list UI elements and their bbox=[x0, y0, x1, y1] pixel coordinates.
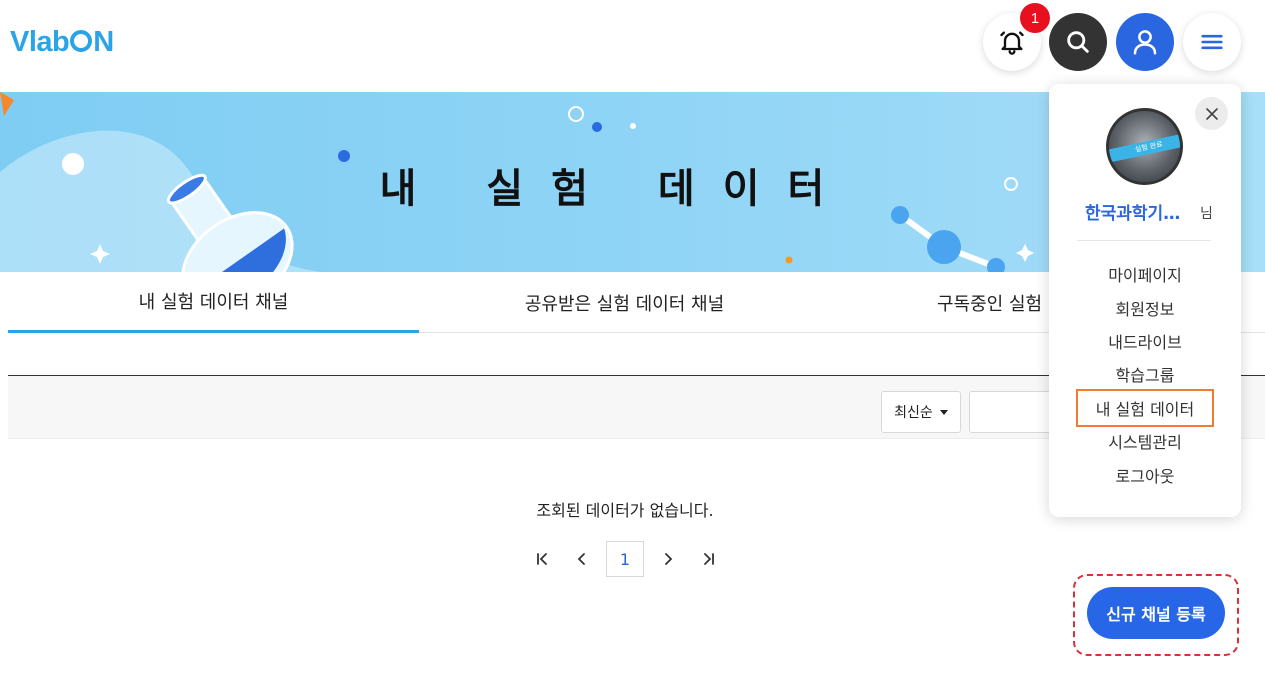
logo-o-mark bbox=[70, 30, 93, 52]
avatar-stamp-text: 실험 완료 bbox=[1109, 131, 1180, 164]
menu-item-study-group[interactable]: 학습그룹 bbox=[1049, 359, 1241, 389]
user-name-suffix: 님 bbox=[1200, 206, 1213, 222]
tab-my-data-channel[interactable]: 내 실험 데이터 채널 bbox=[8, 272, 419, 333]
last-page-button[interactable] bbox=[695, 541, 723, 577]
first-page-button[interactable] bbox=[528, 541, 556, 577]
notification-count-badge: 1 bbox=[1020, 3, 1050, 33]
menu-item-member-info[interactable]: 회원정보 bbox=[1049, 293, 1241, 323]
chevron-left-icon bbox=[577, 553, 585, 565]
logo[interactable]: Vlab N bbox=[10, 26, 114, 59]
close-menu-button[interactable] bbox=[1195, 97, 1228, 130]
user-name: 한국과학기… bbox=[1085, 204, 1181, 224]
menu-item-my-drive[interactable]: 내드라이브 bbox=[1049, 326, 1241, 356]
chevron-right-icon bbox=[665, 553, 673, 565]
menu-item-my-experiment-data[interactable]: 내 실험 데이터 bbox=[1076, 389, 1214, 427]
hamburger-menu-button[interactable] bbox=[1183, 13, 1241, 71]
menu-item-logout[interactable]: 로그아웃 bbox=[1049, 460, 1241, 490]
avatar: 실험 완료 bbox=[1106, 108, 1183, 185]
sort-select-value: 최신순 bbox=[894, 405, 933, 421]
caret-down-icon bbox=[939, 409, 948, 415]
chevron-last-icon bbox=[704, 553, 714, 565]
menu-item-system-admin[interactable]: 시스템관리 bbox=[1049, 426, 1241, 456]
user-dropdown-menu: 실험 완료 한국과학기… 님 마이페이지 회원정보 내드라이브 학습그룹 내 실… bbox=[1049, 84, 1241, 517]
prev-page-button[interactable] bbox=[568, 541, 596, 577]
next-page-button[interactable] bbox=[654, 541, 682, 577]
close-icon bbox=[1205, 107, 1218, 120]
bell-icon bbox=[1000, 31, 1024, 55]
page-title: 내 실험 데이터 bbox=[379, 166, 853, 212]
tab-shared-data-channel[interactable]: 공유받은 실험 데이터 채널 bbox=[419, 272, 830, 333]
hamburger-icon bbox=[1201, 34, 1223, 50]
register-channel-button[interactable]: 신규 채널 등록 bbox=[1087, 587, 1225, 639]
search-icon bbox=[1067, 31, 1089, 53]
user-icon bbox=[1133, 30, 1157, 55]
chevron-first-icon bbox=[537, 553, 547, 565]
menu-item-mypage[interactable]: 마이페이지 bbox=[1049, 259, 1241, 289]
sort-select[interactable]: 최신순 bbox=[881, 391, 961, 433]
menu-divider bbox=[1077, 240, 1211, 241]
page-number-current[interactable]: 1 bbox=[606, 541, 644, 577]
search-button[interactable] bbox=[1049, 13, 1107, 71]
user-menu-button[interactable] bbox=[1116, 13, 1174, 71]
